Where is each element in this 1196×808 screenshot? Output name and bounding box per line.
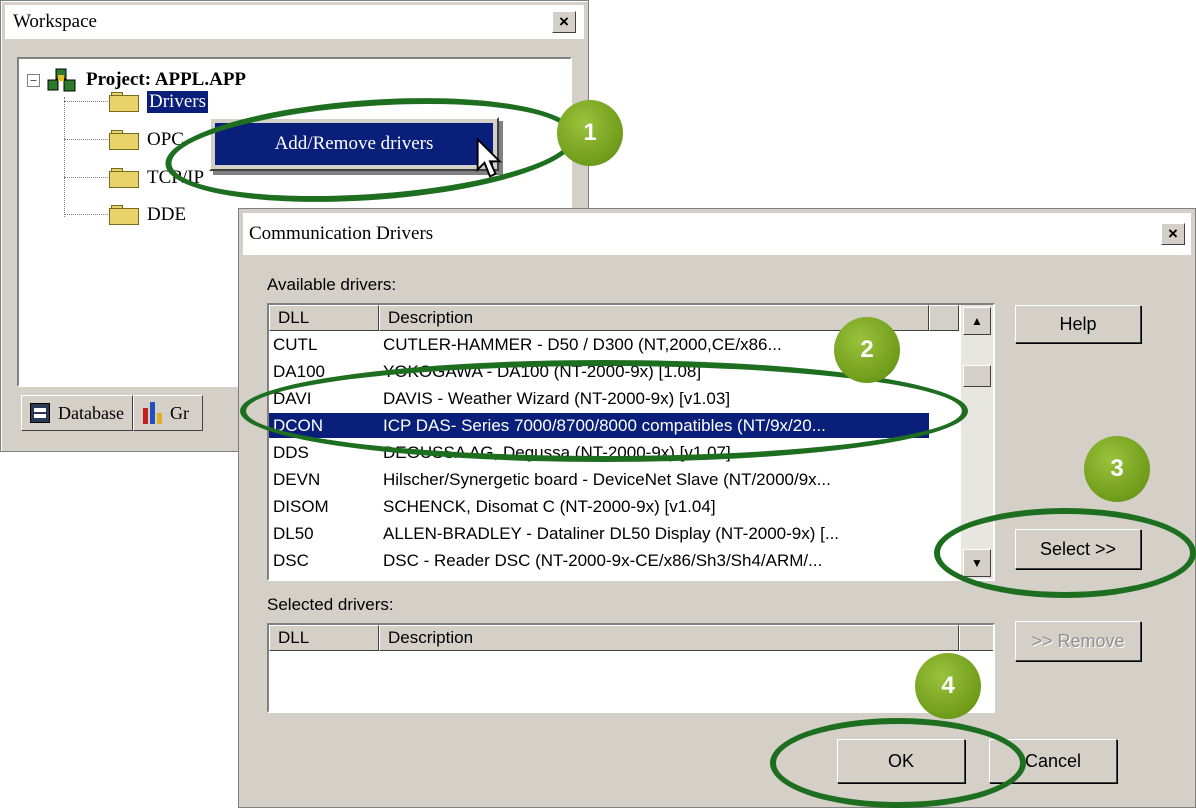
tab-label: Database [58, 402, 124, 423]
tree-item-project[interactable]: − Project: APPL.APP [27, 67, 246, 93]
database-icon [30, 403, 50, 423]
column-header-description[interactable]: Description [379, 625, 959, 651]
selected-drivers-label: Selected drivers: [267, 595, 394, 614]
graphics-icon [142, 402, 164, 424]
folder-icon [109, 168, 141, 188]
cancel-button-label: Cancel [1024, 750, 1082, 771]
dialog-title: Communication Drivers [249, 223, 434, 244]
driver-row[interactable]: DL50 ALLEN-BRADLEY - Dataliner DL50 Displ… [269, 521, 929, 546]
folder-icon [109, 130, 141, 150]
remove-button[interactable]: >> Remove [1015, 621, 1141, 661]
remove-button-label: >> Remove [1031, 630, 1125, 651]
help-button-label: Help [1059, 313, 1097, 334]
workspace-close-button[interactable]: × [552, 11, 576, 33]
selected-drivers-list[interactable]: DLL Description [267, 623, 995, 713]
driver-row[interactable]: DISOM SCHENCK, Disomat C (NT-2000-9x) [v1… [269, 494, 929, 519]
tab-label: Gr [169, 402, 189, 423]
highlight-ellipse-4 [770, 718, 1026, 808]
tree-item-label: Drivers [147, 91, 208, 113]
driver-row[interactable]: CUTL CUTLER-HAMMER - D50 / D300 (NT,2000,… [269, 332, 929, 357]
driver-description: CUTLER-HAMMER - D50 / D300 (NT,2000,CE/x… [383, 334, 782, 354]
workspace-title: Workspace [13, 11, 97, 32]
driver-dll: DL50 [273, 523, 314, 543]
project-label: Project: APPL.APP [86, 69, 247, 90]
column-header-extra [929, 305, 959, 331]
driver-dll: DISOM [273, 496, 329, 516]
workspace-tabs: Database Gr [21, 395, 203, 431]
driver-row[interactable]: DEVN Hilscher/Synergetic board - DeviceNe… [269, 467, 929, 492]
tree-item-label: DDE [147, 204, 187, 225]
highlight-ellipse-3 [934, 508, 1196, 598]
column-header-dll[interactable]: DLL [269, 305, 379, 331]
driver-dll: CUTL [273, 334, 318, 354]
driver-dll: DEVN [273, 469, 321, 489]
driver-description: DSC - Reader DSC (NT-2000-9x-CE/x86/Sh3/… [383, 550, 823, 570]
driver-description: ALLEN-BRADLEY - Dataliner DL50 Display (… [383, 523, 840, 543]
project-icon [47, 68, 76, 92]
driver-description: Hilscher/Synergetic board - DeviceNet Sl… [383, 469, 831, 489]
callout-badge-1: 1 [557, 100, 623, 166]
available-drivers-label: Available drivers: [267, 275, 397, 294]
driver-description: SCHENCK, Disomat C (NT-2000-9x) [v1.04] [383, 496, 716, 516]
callout-badge-4: 4 [915, 653, 981, 719]
column-header-extra [959, 625, 993, 651]
tree-item-opc[interactable]: OPC [109, 129, 184, 151]
column-header-dll[interactable]: DLL [269, 625, 379, 651]
driver-dll: DDS [273, 442, 309, 462]
tree-item-drivers[interactable]: Drivers [109, 91, 208, 113]
folder-icon [109, 92, 141, 112]
help-button[interactable]: Help [1015, 305, 1141, 343]
driver-row[interactable]: DSC DSC - Reader DSC (NT-2000-9x-CE/x86/S… [269, 548, 929, 573]
scroll-thumb[interactable] [963, 365, 991, 387]
collapse-icon[interactable]: − [27, 73, 40, 87]
folder-icon [109, 205, 141, 225]
tree-item-dde[interactable]: DDE [109, 204, 186, 226]
dialog-close-button[interactable]: × [1161, 223, 1185, 245]
workspace-title-bar: Workspace × [5, 5, 584, 39]
tab-graphics[interactable]: Gr [132, 395, 203, 431]
callout-badge-2: 2 [834, 317, 900, 383]
callout-badge-3: 3 [1084, 436, 1150, 502]
tab-database[interactable]: Database [21, 395, 133, 431]
scroll-up-icon[interactable]: ▲ [963, 307, 991, 335]
driver-dll: DSC [273, 550, 309, 570]
dialog-title-bar: Communication Drivers × [243, 213, 1191, 255]
